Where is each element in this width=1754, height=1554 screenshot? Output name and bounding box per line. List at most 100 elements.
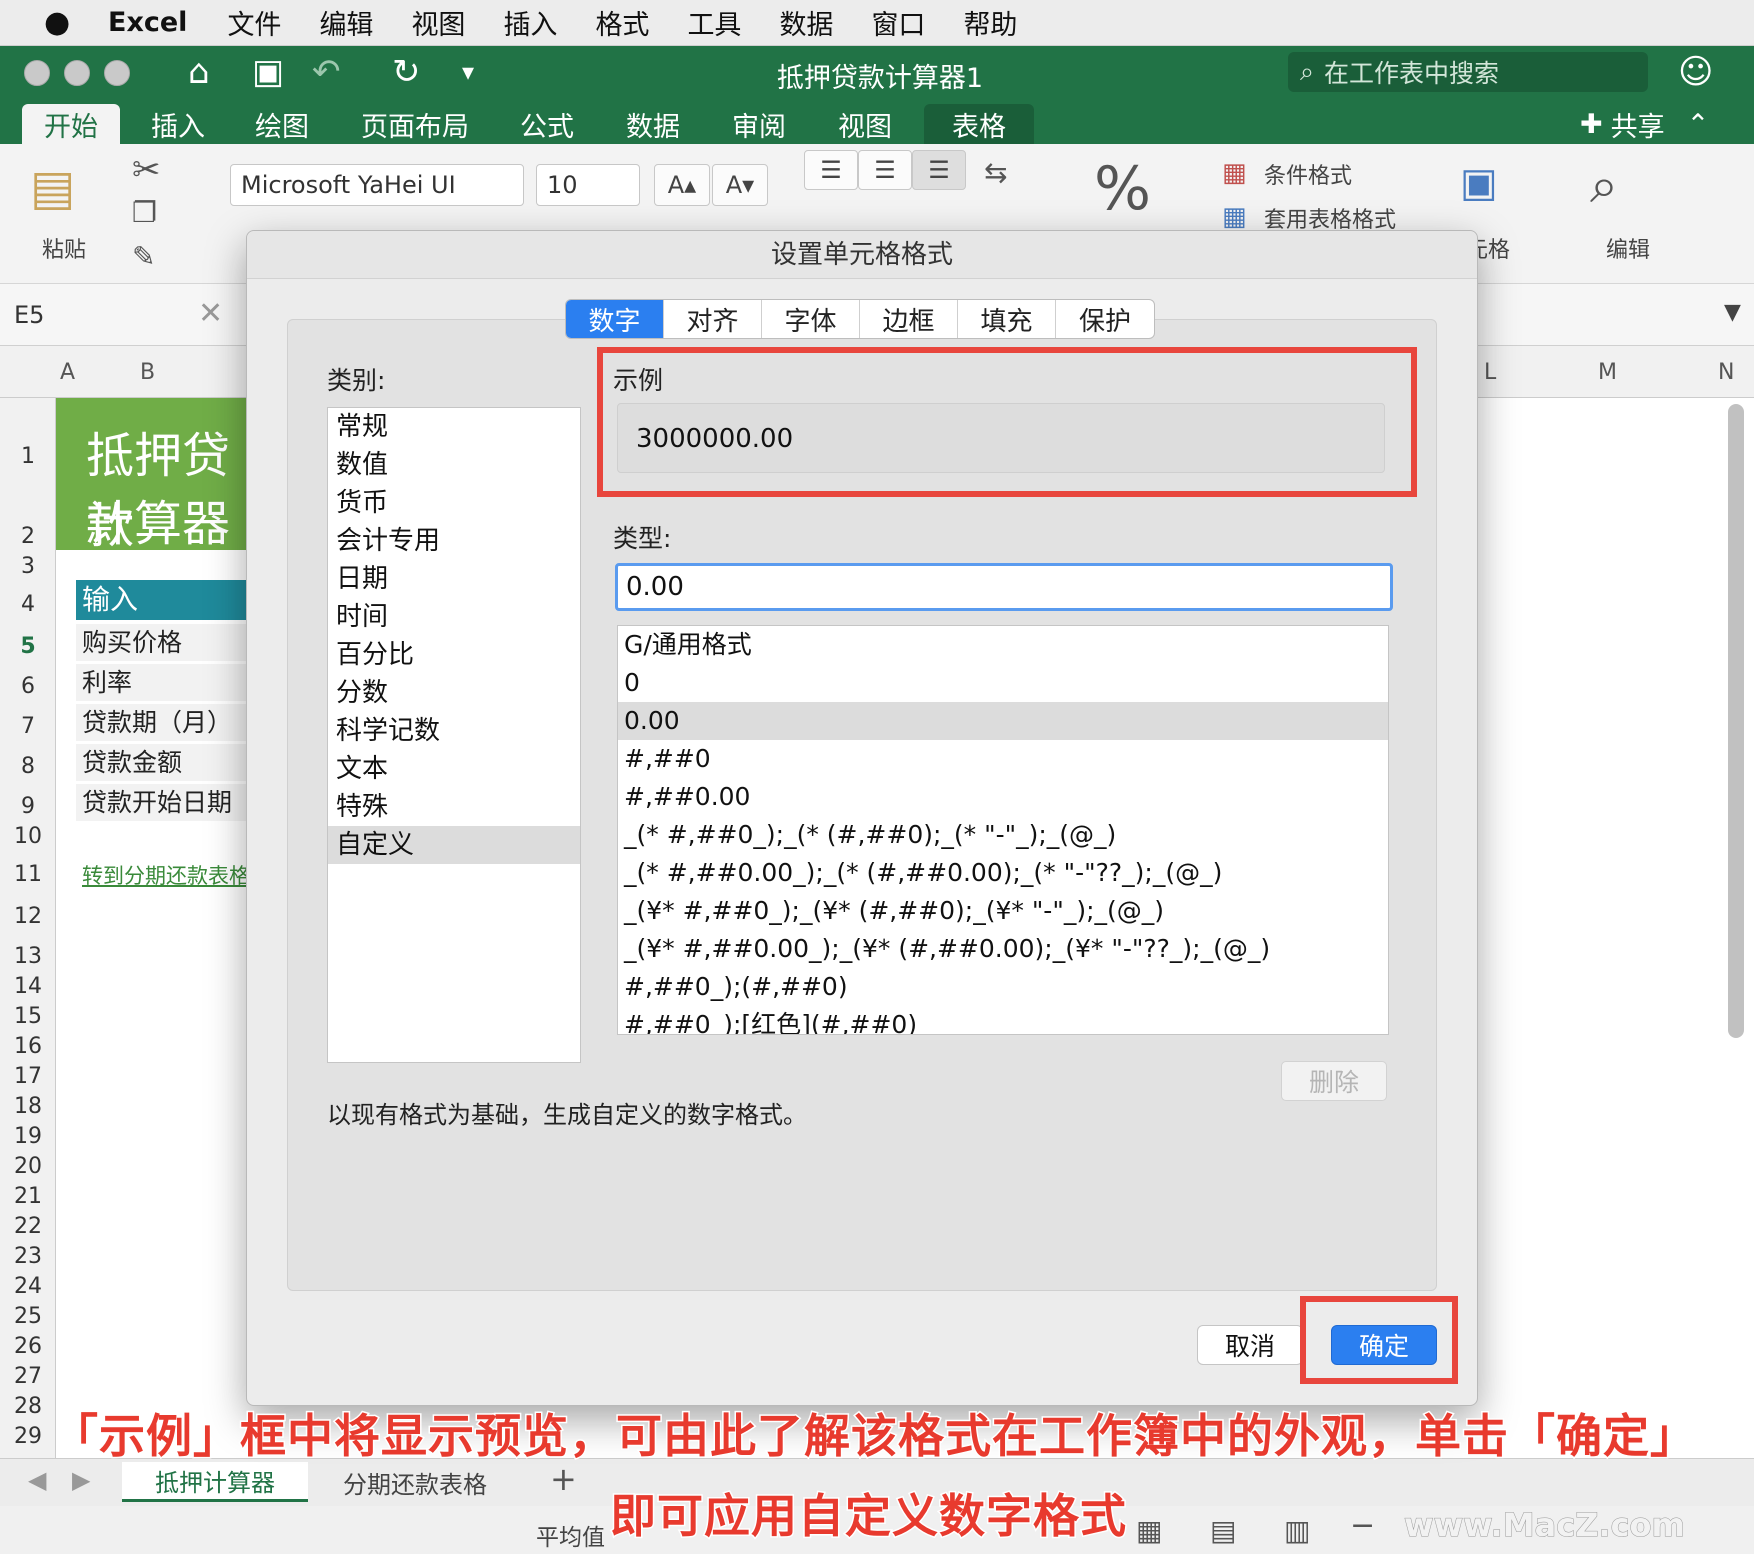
prev-sheet-icon[interactable]: ◀ xyxy=(28,1466,46,1494)
font-name-select[interactable]: Microsoft YaHei UI xyxy=(230,164,524,206)
type-item[interactable]: G/通用格式 xyxy=(618,626,1388,664)
row-header[interactable]: 13 xyxy=(0,944,56,969)
type-item-selected[interactable]: 0.00 xyxy=(618,702,1388,740)
close-window-button[interactable] xyxy=(24,60,50,86)
row-header[interactable]: 8 xyxy=(0,754,56,779)
next-sheet-icon[interactable]: ▶ xyxy=(72,1466,90,1494)
row-header[interactable]: 7 xyxy=(0,714,56,739)
menu-view[interactable]: 视图 xyxy=(411,3,465,42)
apple-icon[interactable]: ● xyxy=(0,5,70,40)
row-header[interactable]: 23 xyxy=(0,1244,56,1269)
type-input[interactable]: 0.00 xyxy=(615,563,1393,611)
category-item[interactable]: 百分比 xyxy=(328,636,580,674)
page-break-view-icon[interactable]: ▥ xyxy=(1284,1514,1310,1547)
category-item[interactable]: 数值 xyxy=(328,446,580,484)
row-header[interactable]: 6 xyxy=(0,674,56,699)
font-size-select[interactable]: 10 xyxy=(536,164,640,206)
conditional-format-label[interactable]: 条件格式 xyxy=(1264,158,1352,190)
row-header[interactable]: 10 xyxy=(0,824,56,849)
category-list[interactable]: 常规 数值 货币 会计专用 日期 时间 百分比 分数 科学记数 文本 特殊 自定… xyxy=(327,407,581,1063)
row-header[interactable]: 14 xyxy=(0,974,56,999)
row-header[interactable]: 19 xyxy=(0,1124,56,1149)
vertical-scrollbar[interactable] xyxy=(1728,404,1744,1038)
align-middle-icon[interactable]: ☰ xyxy=(858,150,912,190)
tab-home[interactable]: 开始 xyxy=(22,104,120,144)
zoom-out-icon[interactable]: − xyxy=(1350,1508,1375,1543)
row-header[interactable]: 22 xyxy=(0,1214,56,1239)
save-icon[interactable]: ▣ xyxy=(252,54,284,90)
tab-number[interactable]: 数字 xyxy=(566,300,664,338)
type-item[interactable]: #,##0.00 xyxy=(618,778,1388,816)
sheet-tab-calculator[interactable]: 抵押计算器 xyxy=(122,1462,308,1502)
type-item[interactable]: _(¥* #,##0_);_(¥* (#,##0);_(¥* "-"_);_(@… xyxy=(618,892,1388,930)
category-item[interactable]: 日期 xyxy=(328,560,580,598)
row-header[interactable]: 5 xyxy=(0,634,56,659)
label-cell[interactable]: 贷款开始日期 xyxy=(76,784,246,822)
collapse-ribbon-icon[interactable]: ⌃ xyxy=(1687,109,1710,140)
column-header[interactable]: A xyxy=(60,360,75,385)
tab-view[interactable]: 视图 xyxy=(824,104,906,144)
type-item[interactable]: _(* #,##0_);_(* (#,##0);_(* "-"_);_(@_) xyxy=(618,816,1388,854)
row-header[interactable]: 9 xyxy=(0,794,56,819)
menu-file[interactable]: 文件 xyxy=(227,3,281,42)
menu-format[interactable]: 格式 xyxy=(595,3,649,42)
category-item[interactable]: 科学记数 xyxy=(328,712,580,750)
expand-formula-icon[interactable]: ▼ xyxy=(1724,300,1741,325)
percent-icon[interactable]: % xyxy=(1094,154,1151,224)
tab-data[interactable]: 数据 xyxy=(612,104,694,144)
row-header[interactable]: 18 xyxy=(0,1094,56,1119)
tab-border[interactable]: 边框 xyxy=(860,300,958,338)
cells-icon[interactable]: ▣ xyxy=(1460,160,1498,206)
category-item[interactable]: 时间 xyxy=(328,598,580,636)
share-button[interactable]: ✚ 共享 ⌃ xyxy=(1580,104,1709,144)
row-header[interactable]: 17 xyxy=(0,1064,56,1089)
label-cell[interactable]: 购买价格 xyxy=(76,624,246,662)
row-header[interactable]: 21 xyxy=(0,1184,56,1209)
format-painter-icon[interactable]: ✎ xyxy=(132,240,155,273)
label-cell[interactable]: 贷款金额 xyxy=(76,744,246,782)
row-header[interactable]: 26 xyxy=(0,1334,56,1359)
column-header[interactable]: B xyxy=(140,360,155,385)
sheet-tab-amortization[interactable]: 分期还款表格 xyxy=(320,1462,510,1502)
row-header[interactable]: 16 xyxy=(0,1034,56,1059)
decrease-font-icon[interactable]: A▾ xyxy=(712,164,768,206)
row-header[interactable]: 29 xyxy=(0,1424,56,1449)
menu-edit[interactable]: 编辑 xyxy=(319,3,373,42)
label-cell[interactable]: 利率 xyxy=(76,664,246,702)
name-box[interactable]: E5 xyxy=(4,292,164,338)
column-header[interactable]: N xyxy=(1718,360,1734,385)
label-cell[interactable]: 贷款期（月） xyxy=(76,704,246,742)
type-item[interactable]: _(* #,##0.00_);_(* (#,##0.00);_(* "-"??_… xyxy=(618,854,1388,892)
row-header[interactable]: 28 xyxy=(0,1394,56,1419)
tab-draw[interactable]: 绘图 xyxy=(238,104,326,144)
tab-table[interactable]: 表格 xyxy=(924,104,1034,144)
type-item[interactable]: #,##0 xyxy=(618,740,1388,778)
align-bottom-icon[interactable]: ☰ xyxy=(912,150,966,190)
column-header[interactable]: M xyxy=(1598,360,1617,385)
copy-icon[interactable]: ❐ xyxy=(132,196,157,229)
minimize-window-button[interactable] xyxy=(64,60,90,86)
menu-help[interactable]: 帮助 xyxy=(963,3,1017,42)
category-item[interactable]: 特殊 xyxy=(328,788,580,826)
wrap-text-icon[interactable]: ⇆ xyxy=(984,156,1007,189)
row-header[interactable]: 11 xyxy=(0,862,56,887)
table-format-icon[interactable]: ▦ xyxy=(1222,202,1247,232)
row-header[interactable]: 3 xyxy=(0,554,56,579)
menu-app-name[interactable]: Excel xyxy=(108,7,187,38)
row-header[interactable]: 15 xyxy=(0,1004,56,1029)
tab-formulas[interactable]: 公式 xyxy=(506,104,588,144)
cancel-button[interactable]: 取消 xyxy=(1197,1325,1303,1365)
type-item[interactable]: #,##0_);(#,##0) xyxy=(618,968,1388,1006)
column-header[interactable]: L xyxy=(1484,360,1496,385)
category-item[interactable]: 常规 xyxy=(328,408,580,446)
row-header[interactable]: 1 xyxy=(0,444,56,469)
customize-toolbar-icon[interactable]: ▾ xyxy=(462,54,474,90)
category-item-selected[interactable]: 自定义 xyxy=(328,826,580,864)
row-header[interactable]: 27 xyxy=(0,1364,56,1389)
tab-page-layout[interactable]: 页面布局 xyxy=(350,104,480,144)
normal-view-icon[interactable]: ▦ xyxy=(1136,1514,1162,1547)
tab-review[interactable]: 审阅 xyxy=(718,104,800,144)
conditional-format-icon[interactable]: ▦ xyxy=(1222,158,1247,188)
row-header[interactable]: 25 xyxy=(0,1304,56,1329)
amortization-link[interactable]: 转到分期还款表格 xyxy=(82,860,246,890)
